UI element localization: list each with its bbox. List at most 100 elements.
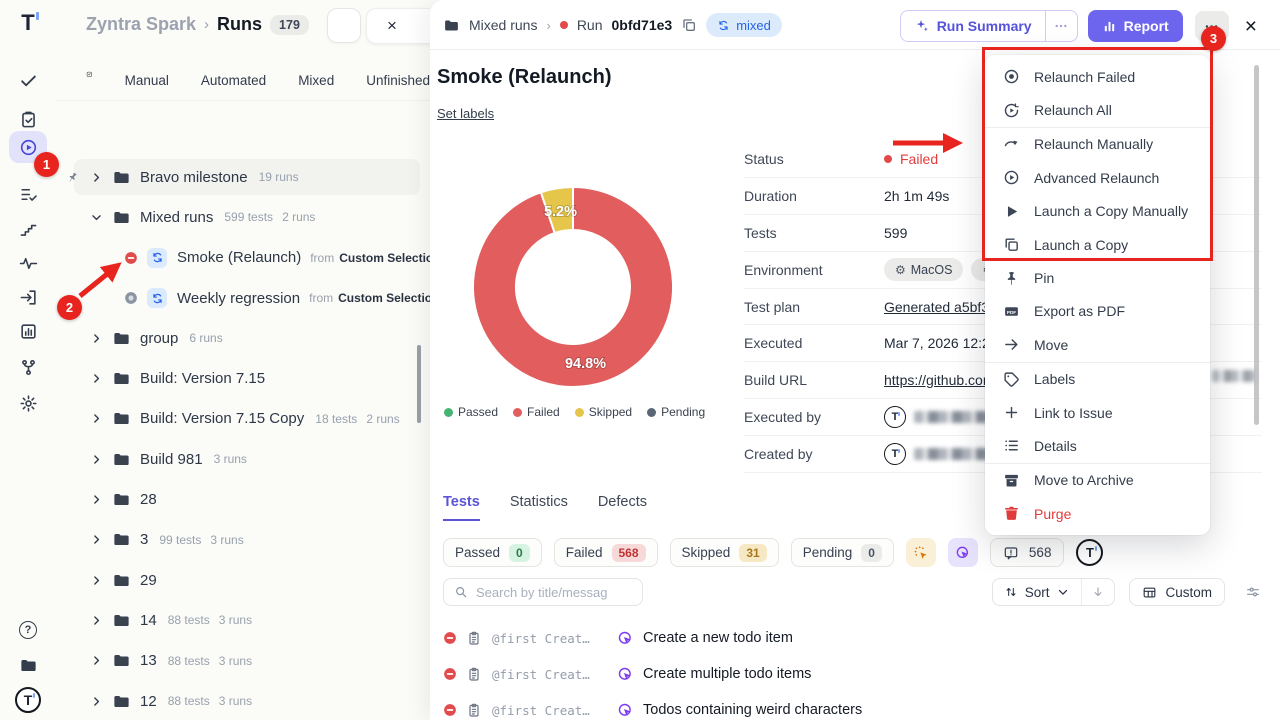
sidebar-item-activity[interactable] bbox=[9, 247, 47, 279]
tab-statistics[interactable]: Statistics bbox=[510, 494, 568, 521]
environment-chip[interactable]: ⚙MacOS bbox=[884, 258, 963, 281]
sidebar-item-analytics[interactable] bbox=[9, 315, 47, 347]
clear-filter-button[interactable]: × bbox=[366, 8, 430, 44]
field-link[interactable]: https://github.com/ bbox=[884, 372, 998, 388]
tree-row[interactable]: Build: Version 7.15 Copy 18 tests2 runs bbox=[56, 399, 430, 439]
sort-direction-button[interactable] bbox=[1082, 579, 1114, 605]
sidebar-item-steps[interactable] bbox=[9, 213, 47, 245]
tree-row[interactable]: Mixed runs 599 tests2 runs bbox=[56, 197, 430, 237]
app-logo[interactable]: T bbox=[0, 10, 56, 36]
comments-filter-chip[interactable]: 568 bbox=[990, 538, 1065, 567]
tree-run-row[interactable]: Smoke (Relaunch) from Custom Selection bbox=[56, 238, 430, 278]
menu-item-details[interactable]: Details bbox=[985, 429, 1210, 462]
custom-columns-button[interactable]: Custom bbox=[1129, 578, 1225, 606]
sidebar-item-plans[interactable] bbox=[9, 178, 47, 210]
gear-icon bbox=[19, 394, 38, 413]
tab-mixed[interactable]: Mixed bbox=[298, 73, 334, 88]
sidebar-item-tests[interactable] bbox=[9, 64, 47, 96]
runs-board-icon[interactable] bbox=[86, 71, 93, 89]
filter-chip-flaky[interactable] bbox=[906, 538, 936, 567]
legend-item-pending[interactable]: Pending bbox=[647, 405, 705, 419]
tree-row[interactable]: Bravo milestone 19 runs bbox=[56, 157, 430, 197]
chevron-right-icon[interactable] bbox=[90, 654, 103, 667]
chevron-right-icon[interactable] bbox=[90, 332, 103, 345]
sort-button[interactable]: Sort bbox=[993, 579, 1083, 605]
tree-row[interactable]: 12 88 tests3 runs bbox=[56, 681, 430, 720]
menu-item-link-to-issue[interactable]: Link to Issue bbox=[985, 396, 1210, 429]
menu-item-launch-a-copy[interactable]: Launch a Copy bbox=[985, 228, 1210, 261]
automated-cursor-icon bbox=[955, 545, 971, 561]
filter-button[interactable] bbox=[327, 8, 361, 43]
tab-unfinished[interactable]: Unfinished bbox=[366, 73, 430, 88]
sidebar-item-import[interactable] bbox=[9, 281, 47, 313]
chevron-right-icon[interactable] bbox=[90, 614, 103, 627]
chevron-right-icon[interactable] bbox=[90, 695, 103, 708]
filter-chip-skipped[interactable]: Skipped 31 bbox=[670, 538, 779, 567]
view-settings-button[interactable] bbox=[1239, 578, 1267, 606]
menu-item-relaunch-all[interactable]: Relaunch All bbox=[985, 93, 1210, 126]
menu-item-export-as-pdf[interactable]: PDF Export as PDF bbox=[985, 295, 1210, 328]
close-panel-icon[interactable]: × bbox=[1245, 16, 1257, 37]
legend-item-passed[interactable]: Passed bbox=[444, 405, 498, 419]
chevron-right-icon[interactable] bbox=[90, 574, 103, 587]
menu-item-move-to-archive[interactable]: Move to Archive bbox=[985, 464, 1210, 497]
sidebar-item-settings[interactable] bbox=[9, 387, 47, 419]
sidebar-item-projects[interactable] bbox=[9, 649, 47, 681]
chevron-right-icon[interactable] bbox=[90, 412, 103, 425]
tree-row[interactable]: 29 bbox=[56, 560, 430, 600]
tab-tests[interactable]: Tests bbox=[443, 494, 480, 521]
tree-item-meta: 88 tests3 runs bbox=[168, 654, 252, 668]
chevron-right-icon[interactable] bbox=[90, 453, 103, 466]
chevron-right-icon[interactable] bbox=[90, 372, 103, 385]
filter-chip-automated[interactable] bbox=[948, 538, 978, 567]
chevron-right-icon[interactable] bbox=[90, 171, 103, 184]
project-name[interactable]: Zyntra Spark bbox=[86, 14, 196, 35]
menu-item-move[interactable]: Move bbox=[985, 328, 1210, 361]
test-row[interactable]: @first Creat… Create a new todo item bbox=[443, 620, 1267, 656]
chevron-right-icon[interactable] bbox=[90, 493, 103, 506]
test-row[interactable]: @first Creat… Create multiple todo items bbox=[443, 656, 1267, 692]
breadcrumb-folder[interactable]: Mixed runs bbox=[469, 17, 537, 33]
search-input[interactable] bbox=[476, 585, 632, 600]
tree-row[interactable]: 3 99 tests3 runs bbox=[56, 520, 430, 560]
run-summary-button[interactable]: Run Summary bbox=[900, 10, 1045, 42]
menu-item-labels[interactable]: Labels bbox=[985, 363, 1210, 396]
legend-item-skipped[interactable]: Skipped bbox=[575, 405, 632, 419]
tree-run-row[interactable]: Weekly regression from Custom Selection bbox=[56, 278, 430, 318]
menu-item-launch-a-copy-manually[interactable]: Launch a Copy Manually bbox=[985, 195, 1210, 228]
tree-row[interactable]: Build 981 3 runs bbox=[56, 439, 430, 479]
tab-defects[interactable]: Defects bbox=[598, 494, 647, 521]
menu-item-pin[interactable]: Pin bbox=[985, 261, 1210, 294]
test-row[interactable]: @first Creat… Todos containing weird cha… bbox=[443, 692, 1267, 720]
sidebar-item-account[interactable]: T bbox=[9, 684, 47, 716]
menu-item-relaunch-failed[interactable]: Relaunch Failed bbox=[985, 60, 1210, 93]
tree-row[interactable]: 14 88 tests3 runs bbox=[56, 600, 430, 640]
tab-manual[interactable]: Manual bbox=[125, 73, 169, 88]
tree-row[interactable]: 13 88 tests3 runs bbox=[56, 641, 430, 681]
arrow-down-icon bbox=[1091, 585, 1105, 599]
sidebar-item-help[interactable]: ? bbox=[9, 614, 47, 646]
filter-chip-pending[interactable]: Pending 0 bbox=[791, 538, 894, 567]
chevron-right-icon[interactable] bbox=[90, 533, 103, 546]
menu-item-purge[interactable]: Purge bbox=[985, 497, 1210, 530]
filter-chip-passed[interactable]: Passed 0 bbox=[443, 538, 542, 567]
sidebar-item-branches[interactable] bbox=[9, 351, 47, 383]
tree-row[interactable]: group 6 runs bbox=[56, 318, 430, 358]
run-type-badge[interactable]: mixed bbox=[706, 13, 782, 37]
filter-chip-failed[interactable]: Failed 568 bbox=[554, 538, 658, 567]
copy-icon[interactable] bbox=[681, 17, 697, 33]
legend-item-failed[interactable]: Failed bbox=[513, 405, 560, 419]
tree-scrollbar[interactable] bbox=[417, 345, 421, 423]
assignee-avatar[interactable]: T bbox=[1076, 539, 1103, 566]
run-summary-more-button[interactable] bbox=[1045, 10, 1078, 42]
tree-row[interactable]: Build: Version 7.15 bbox=[56, 358, 430, 398]
tree-row[interactable]: 28 bbox=[56, 479, 430, 519]
run-source: Custom Selection bbox=[339, 251, 430, 265]
chevron-down-icon[interactable] bbox=[90, 211, 103, 224]
report-button[interactable]: Report bbox=[1088, 10, 1183, 42]
set-labels-link[interactable]: Set labels bbox=[437, 106, 494, 121]
tab-automated[interactable]: Automated bbox=[201, 73, 266, 88]
tree-item-label: group bbox=[140, 330, 178, 347]
menu-item-advanced-relaunch[interactable]: Advanced Relaunch bbox=[985, 161, 1210, 194]
menu-item-relaunch-manually[interactable]: Relaunch Manually bbox=[985, 128, 1210, 161]
